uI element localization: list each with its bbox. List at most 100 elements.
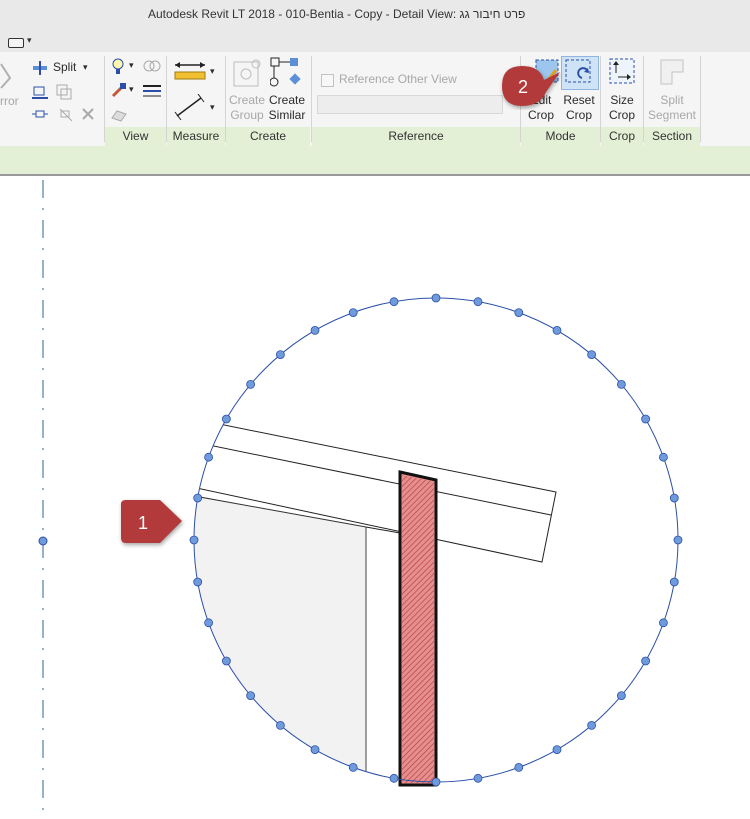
create-group-icon[interactable] bbox=[232, 58, 262, 88]
crop-grip[interactable] bbox=[204, 618, 214, 628]
paint-brush-icon[interactable] bbox=[111, 82, 127, 98]
callout-1-number: 1 bbox=[138, 513, 148, 533]
reference-line-grip[interactable] bbox=[38, 536, 48, 546]
align-icon[interactable] bbox=[32, 84, 48, 100]
thin-lines-icon[interactable] bbox=[143, 84, 161, 98]
crop-grip[interactable] bbox=[669, 493, 679, 503]
measure-icon[interactable] bbox=[173, 60, 207, 82]
crop-grip[interactable] bbox=[514, 763, 524, 772]
linework-icon[interactable] bbox=[143, 58, 161, 74]
size-crop-button[interactable]: Size Crop bbox=[604, 93, 640, 123]
crop-grip[interactable] bbox=[246, 691, 256, 700]
crop-grip[interactable] bbox=[587, 721, 596, 730]
detail-view-drawing[interactable]: 1 bbox=[0, 176, 750, 816]
split-button[interactable]: Split bbox=[53, 60, 76, 75]
split-dropdown-icon[interactable]: ▾ bbox=[83, 60, 88, 75]
cut-section-hatch bbox=[402, 475, 434, 783]
view-panel: ▾ ▾ View bbox=[105, 52, 166, 146]
crop-grip[interactable] bbox=[275, 721, 285, 730]
crop-grip[interactable] bbox=[275, 350, 285, 360]
crop-grip[interactable] bbox=[673, 535, 683, 545]
create-panel: Create Group Create Similar Create bbox=[226, 52, 310, 146]
create-similar-button[interactable]: Create Similar bbox=[267, 93, 307, 123]
create-panel-label: Create bbox=[226, 127, 310, 146]
callout-2-number: 2 bbox=[518, 77, 528, 97]
crop-grip[interactable] bbox=[552, 745, 562, 754]
crop-grip[interactable] bbox=[659, 618, 668, 628]
title-bar: Autodesk Revit LT 2018 - 010-Bentia - Co… bbox=[0, 0, 750, 30]
window-title: Autodesk Revit LT 2018 - 010-Bentia - Co… bbox=[148, 7, 526, 21]
crop-grip[interactable] bbox=[617, 691, 626, 700]
mirror-icon[interactable] bbox=[0, 60, 14, 90]
reset-crop-button[interactable]: Reset Crop bbox=[561, 93, 597, 123]
reference-other-view-label: Reference Other View bbox=[339, 72, 457, 86]
crop-grip[interactable] bbox=[193, 493, 203, 503]
crop-grip[interactable] bbox=[310, 745, 320, 754]
view-panel-label: View bbox=[105, 127, 166, 146]
crop-grip[interactable] bbox=[641, 656, 650, 666]
bulb-dropdown-icon[interactable]: ▾ bbox=[129, 58, 134, 73]
split-segment-button[interactable]: Split Segment bbox=[645, 93, 699, 123]
dimension-dropdown-icon[interactable]: ▾ bbox=[210, 100, 215, 115]
crop-grip[interactable] bbox=[221, 414, 231, 424]
create-similar-icon[interactable] bbox=[270, 57, 302, 89]
crop-grip[interactable] bbox=[514, 308, 524, 318]
crop-grip[interactable] bbox=[310, 325, 320, 335]
reference-other-view-checkbox[interactable] bbox=[321, 74, 334, 87]
crop-panel-label: Crop bbox=[601, 127, 643, 146]
view-menu-icon[interactable] bbox=[8, 38, 24, 48]
measure-dropdown-icon[interactable]: ▾ bbox=[210, 64, 215, 79]
measure-panel: ▾ ▾ Measure bbox=[167, 52, 225, 146]
modify-panel: rror Split ▾ bbox=[0, 52, 103, 146]
panel-separator bbox=[700, 56, 701, 142]
drawing-canvas[interactable]: 1 bbox=[0, 176, 750, 816]
dimension-icon[interactable] bbox=[173, 94, 207, 120]
dropdown-arrow-icon[interactable]: ▾ bbox=[27, 35, 32, 46]
unpin-icon[interactable] bbox=[58, 108, 74, 122]
crop-grip[interactable] bbox=[246, 379, 256, 389]
paint-dropdown-icon[interactable]: ▾ bbox=[129, 82, 134, 97]
size-crop-icon[interactable] bbox=[608, 57, 636, 87]
split-segment-label-line1: Split bbox=[660, 93, 684, 107]
reference-panel-label: Reference bbox=[312, 127, 520, 146]
split-icon[interactable] bbox=[32, 61, 48, 75]
crop-grip[interactable] bbox=[473, 773, 483, 783]
delete-icon[interactable] bbox=[82, 108, 94, 120]
create-group-button[interactable]: Create Group bbox=[229, 93, 265, 123]
array-icon[interactable] bbox=[56, 84, 72, 100]
crop-panel: Size Crop Crop bbox=[601, 52, 643, 146]
crop-grip[interactable] bbox=[659, 452, 668, 462]
detail-geometry bbox=[194, 409, 557, 782]
reference-view-select[interactable] bbox=[317, 95, 503, 114]
edit-crop-label-line2: Crop bbox=[527, 108, 554, 122]
measure-panel-label: Measure bbox=[167, 127, 225, 146]
crop-grip[interactable] bbox=[348, 763, 358, 772]
crop-grip[interactable] bbox=[617, 379, 626, 389]
crop-grip[interactable] bbox=[473, 297, 483, 307]
crop-grip[interactable] bbox=[587, 350, 596, 360]
crop-grip[interactable] bbox=[193, 577, 203, 587]
bulb-icon[interactable] bbox=[111, 58, 125, 76]
crop-grip[interactable] bbox=[431, 293, 441, 303]
crop-grip[interactable] bbox=[221, 656, 231, 666]
mode-panel-label: Mode bbox=[521, 127, 600, 146]
callout-2-overlay: 2 bbox=[502, 66, 560, 106]
crop-grip[interactable] bbox=[641, 414, 650, 424]
hide-element-icon[interactable] bbox=[111, 108, 127, 122]
crop-grip[interactable] bbox=[431, 777, 441, 787]
crop-grip[interactable] bbox=[348, 308, 358, 318]
crop-grip[interactable] bbox=[389, 297, 399, 307]
create-group-label-line1: Create bbox=[229, 93, 266, 107]
reset-crop-icon[interactable] bbox=[564, 58, 594, 86]
pin-icon[interactable] bbox=[32, 108, 48, 122]
crop-grip[interactable] bbox=[189, 535, 199, 545]
split-segment-label-line2: Segment bbox=[647, 108, 697, 122]
crop-grip[interactable] bbox=[552, 325, 562, 335]
reset-crop-label-line2: Crop bbox=[565, 108, 592, 122]
reset-crop-label-line1: Reset bbox=[563, 93, 595, 107]
crop-grip[interactable] bbox=[669, 577, 679, 587]
split-segment-icon[interactable] bbox=[658, 58, 686, 88]
ribbon: rror Split ▾ ▾ ▾ View ▾ ▾ Measure Create… bbox=[0, 52, 750, 146]
crop-grip[interactable] bbox=[204, 452, 214, 462]
crop-grip[interactable] bbox=[389, 773, 399, 783]
